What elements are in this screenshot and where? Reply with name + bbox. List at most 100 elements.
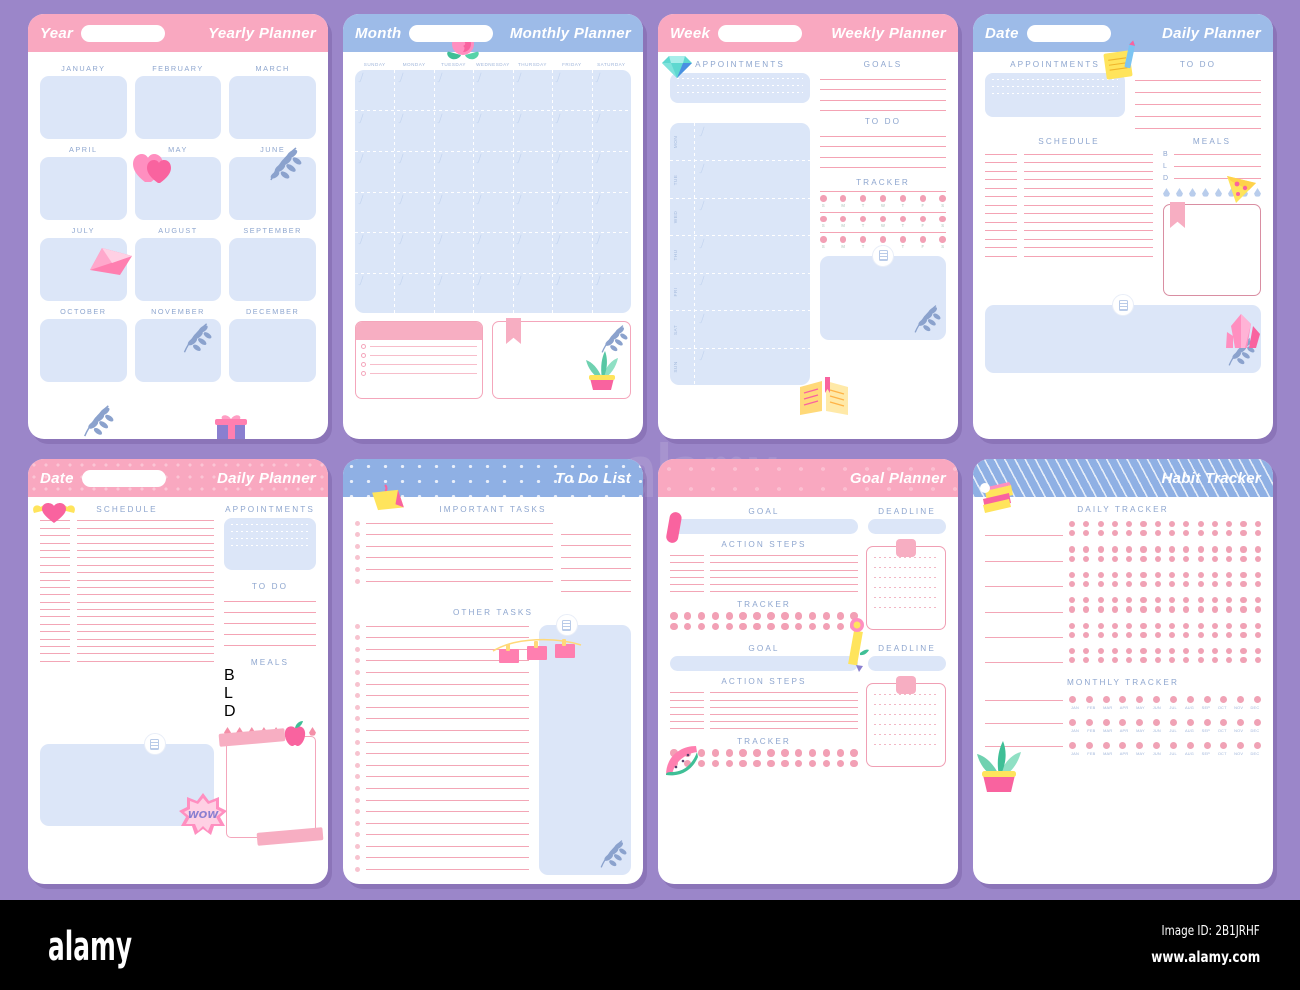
deadline-input[interactable] <box>868 656 946 672</box>
habit-dot[interactable] <box>1154 571 1161 578</box>
schedule-row[interactable] <box>40 542 214 544</box>
habit-dot[interactable] <box>1240 622 1247 629</box>
habit-dot[interactable] <box>1111 546 1119 553</box>
entry-line[interactable] <box>77 520 214 522</box>
bullet-dot[interactable] <box>355 635 360 641</box>
habit-dot-row[interactable] <box>1069 546 1261 553</box>
habit-name-line[interactable] <box>985 746 1063 748</box>
other-task-row[interactable] <box>355 704 529 710</box>
habit-dot[interactable] <box>1069 530 1076 537</box>
write-line[interactable] <box>366 683 529 685</box>
step-number-line[interactable] <box>670 692 704 694</box>
habit-dot[interactable] <box>1097 647 1104 655</box>
write-line[interactable] <box>366 845 529 847</box>
schedule-row[interactable] <box>40 609 214 611</box>
tracker-dot[interactable] <box>822 622 831 631</box>
bullet-dot[interactable] <box>355 578 360 584</box>
habit-dot-row[interactable] <box>1069 555 1261 562</box>
habit-dot[interactable] <box>1226 597 1233 604</box>
goal-line[interactable] <box>820 110 946 111</box>
habit-dot[interactable] <box>1211 555 1218 562</box>
tracker-dot[interactable] <box>939 195 946 202</box>
tracker-dot[interactable] <box>725 612 733 620</box>
time-line[interactable] <box>40 609 70 611</box>
habit-dot[interactable] <box>1154 580 1161 588</box>
month-dot[interactable] <box>1253 742 1261 750</box>
tracker-dot[interactable] <box>879 236 887 243</box>
month-dot[interactable] <box>1069 719 1076 727</box>
habit-dot[interactable] <box>1254 546 1261 553</box>
month-dot[interactable] <box>1203 719 1211 727</box>
habit-dot[interactable] <box>1211 546 1218 553</box>
water-drop-icon[interactable] <box>1254 188 1261 197</box>
important-task-row[interactable] <box>355 578 553 584</box>
habit-dot[interactable] <box>1097 606 1104 613</box>
notepad-dotted-line[interactable] <box>874 714 938 716</box>
habit-dot[interactable] <box>1140 606 1147 613</box>
daily2-notes-box[interactable]: WOW <box>40 733 227 835</box>
todo-lines[interactable] <box>224 601 316 646</box>
tracker-dot[interactable] <box>767 749 775 757</box>
schedule-row[interactable] <box>40 564 214 566</box>
month-dot[interactable] <box>1186 696 1194 704</box>
schedule-row[interactable] <box>985 204 1153 206</box>
habit-dot[interactable] <box>1154 622 1161 629</box>
meal-line[interactable] <box>1174 166 1261 167</box>
time-line[interactable] <box>985 213 1017 214</box>
habit-dot-row[interactable] <box>1069 631 1261 638</box>
tracker-dot[interactable] <box>820 236 827 243</box>
time-line[interactable] <box>40 527 70 529</box>
time-line[interactable] <box>985 179 1017 180</box>
habit-dot[interactable] <box>1197 606 1204 613</box>
other-task-row[interactable] <box>355 669 529 675</box>
habit-dot[interactable] <box>1111 521 1119 528</box>
schedule-row[interactable] <box>985 187 1153 189</box>
tracker-dot[interactable] <box>781 749 789 757</box>
water-drop-icon[interactable] <box>1189 188 1196 197</box>
meal-line[interactable] <box>1174 178 1261 179</box>
habit-dot[interactable] <box>1254 647 1261 655</box>
daily2-tape-frame[interactable] <box>218 728 324 846</box>
bullet-dot[interactable] <box>355 543 360 549</box>
important-task-row[interactable] <box>355 520 553 526</box>
notepad-dotted-line[interactable] <box>874 597 938 598</box>
habit-dot-row[interactable] <box>1069 647 1261 655</box>
habit-dot[interactable] <box>1183 521 1190 528</box>
schedule-rows[interactable] <box>40 520 214 662</box>
habit-dot[interactable] <box>1097 521 1104 528</box>
write-line[interactable] <box>366 557 553 559</box>
tracker-dot[interactable] <box>794 749 803 757</box>
week-input[interactable] <box>718 24 803 42</box>
tracker-dot[interactable] <box>836 749 844 757</box>
goal-line[interactable] <box>820 99 946 101</box>
notepad-dotted-line[interactable] <box>874 557 938 558</box>
write-line[interactable] <box>366 568 553 570</box>
goal-notepad[interactable] <box>866 539 946 631</box>
schedule-row[interactable] <box>40 586 214 588</box>
tracker-dot[interactable] <box>820 215 827 222</box>
action-step-row[interactable] <box>670 576 858 578</box>
habit-dot[interactable] <box>1197 546 1204 553</box>
tracker-dot[interactable] <box>683 622 692 631</box>
entry-line[interactable] <box>77 594 214 596</box>
habit-dot[interactable] <box>1211 580 1218 588</box>
notepad-dotted-line[interactable] <box>874 607 938 608</box>
habit-dot-row[interactable] <box>1069 622 1261 629</box>
meal-row[interactable]: D <box>224 703 316 721</box>
other-task-row[interactable] <box>355 727 529 733</box>
habit-dot[interactable] <box>1111 555 1119 562</box>
todo-line[interactable] <box>820 146 946 147</box>
month-dot[interactable] <box>1237 742 1245 750</box>
bullet-dot[interactable] <box>355 669 360 675</box>
habit-dot[interactable] <box>1197 657 1204 664</box>
bullet-dot[interactable] <box>355 693 360 699</box>
habit-dot[interactable] <box>1154 606 1161 613</box>
habit-dot[interactable] <box>1168 580 1176 588</box>
month-box[interactable] <box>134 238 222 301</box>
habit-dot[interactable] <box>1069 546 1076 553</box>
habit-dot[interactable] <box>1254 555 1261 562</box>
habit-dot[interactable] <box>1069 606 1076 613</box>
action-step-row[interactable] <box>670 562 858 564</box>
month-dot-row[interactable] <box>1069 696 1261 704</box>
tracker-dot[interactable] <box>839 195 847 202</box>
